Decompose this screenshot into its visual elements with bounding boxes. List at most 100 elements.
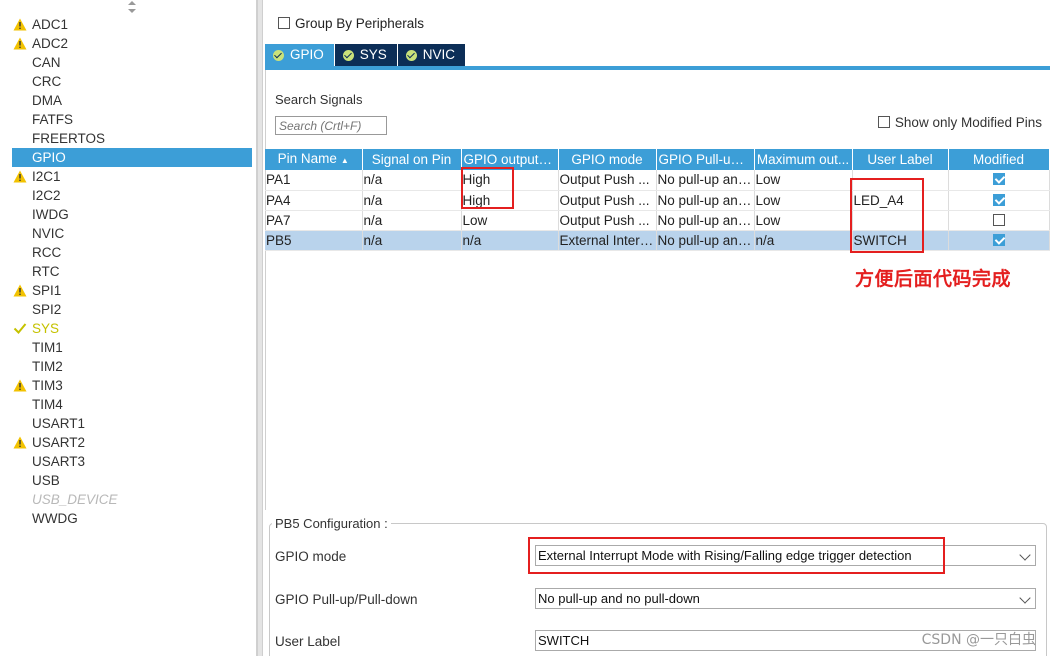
search-signals-title: Search Signals xyxy=(275,92,363,107)
category-item[interactable]: FREERTOS xyxy=(12,129,252,148)
category-item[interactable]: TIM2 xyxy=(12,357,252,376)
category-item[interactable]: WWDG xyxy=(12,509,252,528)
search-input[interactable] xyxy=(275,116,387,135)
category-panel: ADC1 ADC2 CAN CRC DMA FATFS FREERTOS GPIO I2C1 I2… xyxy=(0,0,257,656)
tab-gpio[interactable]: GPIO xyxy=(265,44,334,66)
gpio-mode-label: GPIO mode xyxy=(275,549,347,564)
category-label: RCC xyxy=(32,245,62,260)
tab-label: GPIO xyxy=(290,47,324,62)
column-header-label: Modified xyxy=(972,152,1025,167)
category-item[interactable]: CAN xyxy=(12,53,252,72)
group-by-peripherals[interactable]: Group By Peripherals xyxy=(278,16,424,31)
category-label: GPIO xyxy=(32,150,66,165)
category-label: DMA xyxy=(32,93,62,108)
category-item[interactable]: SPI1 xyxy=(12,281,252,300)
category-item[interactable]: TIM4 xyxy=(12,395,252,414)
check-circle-icon xyxy=(405,49,417,61)
chevron-down-icon xyxy=(1019,549,1031,561)
category-label: TIM4 xyxy=(32,397,63,412)
column-header[interactable]: Maximum out... xyxy=(754,149,853,170)
table-cell-pull: No pull-up and... xyxy=(656,170,755,191)
watermark: CSDN @一只白虫 xyxy=(921,632,1036,648)
category-item[interactable]: CRC xyxy=(12,72,252,91)
column-header[interactable]: Pin Name ▲ xyxy=(265,149,363,170)
table-cell-modified xyxy=(948,210,1050,231)
column-header[interactable]: GPIO Pull-up/... xyxy=(656,149,755,170)
table-cell-speed: Low xyxy=(754,210,853,231)
table-cell-pin: PB5 xyxy=(265,230,363,251)
category-item[interactable]: USART2 xyxy=(12,433,252,452)
category-label: I2C2 xyxy=(32,188,61,203)
modified-checkbox[interactable] xyxy=(992,193,1005,206)
column-header-label: GPIO mode xyxy=(571,152,643,167)
table-cell-pin: PA1 xyxy=(265,170,363,191)
table-cell-pull: No pull-up and... xyxy=(656,190,755,211)
table-cell-modified xyxy=(948,190,1050,211)
table-row[interactable]: PB5 n/a n/a External Interr... No pull-up an… xyxy=(265,230,1050,251)
table-row[interactable]: PA4 n/a High Output Push ... No pull-up and.… xyxy=(265,190,1050,211)
category-item[interactable]: RTC xyxy=(12,262,252,281)
category-item[interactable]: TIM3 xyxy=(12,376,252,395)
warning-icon xyxy=(13,436,27,449)
annotation-box-output-level xyxy=(461,167,514,209)
table-cell-mode: Output Push ... xyxy=(558,170,657,191)
table-row[interactable]: PA1 n/a High Output Push ... No pull-up and.… xyxy=(265,170,1050,191)
category-item[interactable]: USART1 xyxy=(12,414,252,433)
category-item[interactable]: GPIO xyxy=(12,148,252,167)
table-row[interactable]: PA7 n/a Low Output Push ... No pull-up and..… xyxy=(265,210,1050,231)
warning-icon xyxy=(13,379,27,392)
category-list: ADC1 ADC2 CAN CRC DMA FATFS FREERTOS GPIO I2C1 I2… xyxy=(12,15,252,528)
category-item[interactable]: ADC1 xyxy=(12,15,252,34)
show-modified-pins[interactable]: Show only Modified Pins xyxy=(877,115,1042,130)
category-label: TIM3 xyxy=(32,378,63,393)
category-item[interactable]: FATFS xyxy=(12,110,252,129)
category-item[interactable]: DMA xyxy=(12,91,252,110)
category-label: USART2 xyxy=(32,435,86,450)
category-item[interactable]: I2C1 xyxy=(12,167,252,186)
category-item[interactable]: SYS xyxy=(12,319,252,338)
category-item[interactable]: IWDG xyxy=(12,205,252,224)
category-item[interactable]: USB xyxy=(12,471,252,490)
group-by-label: Group By Peripherals xyxy=(295,16,425,31)
modified-checkbox[interactable] xyxy=(992,213,1005,226)
column-header-label: GPIO Pull-up/... xyxy=(658,152,754,167)
category-label: USART3 xyxy=(32,454,86,469)
category-item[interactable]: RCC xyxy=(12,243,252,262)
category-label: NVIC xyxy=(32,226,65,241)
annotation-text: 方便后面代码完成 xyxy=(855,268,1012,290)
column-header[interactable]: GPIO mode xyxy=(558,149,657,170)
category-item[interactable]: TIM1 xyxy=(12,338,252,357)
category-label: CRC xyxy=(32,74,62,89)
annotation-box-user-label xyxy=(850,178,924,253)
annotation-box-gpio-mode xyxy=(528,537,945,574)
category-item[interactable]: I2C2 xyxy=(12,186,252,205)
column-header-label: Pin Name xyxy=(277,151,337,166)
tab-sys[interactable]: SYS xyxy=(334,44,397,66)
column-header[interactable]: User Label xyxy=(852,149,949,170)
modified-checkbox[interactable] xyxy=(992,173,1005,186)
category-item[interactable]: USART3 xyxy=(12,452,252,471)
group-by-checkbox[interactable] xyxy=(278,17,290,29)
config-title: PB5 Configuration : xyxy=(272,516,391,531)
table-cell-output: n/a xyxy=(461,230,559,251)
column-header[interactable]: Modified xyxy=(948,149,1050,170)
category-item[interactable]: ADC2 xyxy=(12,34,252,53)
check-circle-icon xyxy=(342,49,354,61)
modified-checkbox[interactable] xyxy=(992,233,1005,246)
category-label: FATFS xyxy=(32,112,74,127)
table-cell-mode: External Interr... xyxy=(558,230,657,251)
column-header[interactable]: Signal on Pin xyxy=(362,149,462,170)
category-item[interactable]: SPI2 xyxy=(12,300,252,319)
category-item[interactable]: USB_DEVICE xyxy=(12,490,252,509)
sort-arrows-icon[interactable] xyxy=(127,1,137,13)
category-item[interactable]: NVIC xyxy=(12,224,252,243)
category-label: ADC2 xyxy=(32,36,69,51)
pull-select[interactable]: No pull-up and no pull-down xyxy=(535,588,1036,609)
show-modified-checkbox[interactable] xyxy=(877,116,890,128)
category-label: SYS xyxy=(32,321,60,336)
tab-nvic[interactable]: NVIC xyxy=(397,44,466,66)
column-header-label: User Label xyxy=(867,152,933,167)
category-label: WWDG xyxy=(32,511,78,526)
tab-label: SYS xyxy=(359,47,387,62)
category-label: SPI2 xyxy=(32,302,62,317)
